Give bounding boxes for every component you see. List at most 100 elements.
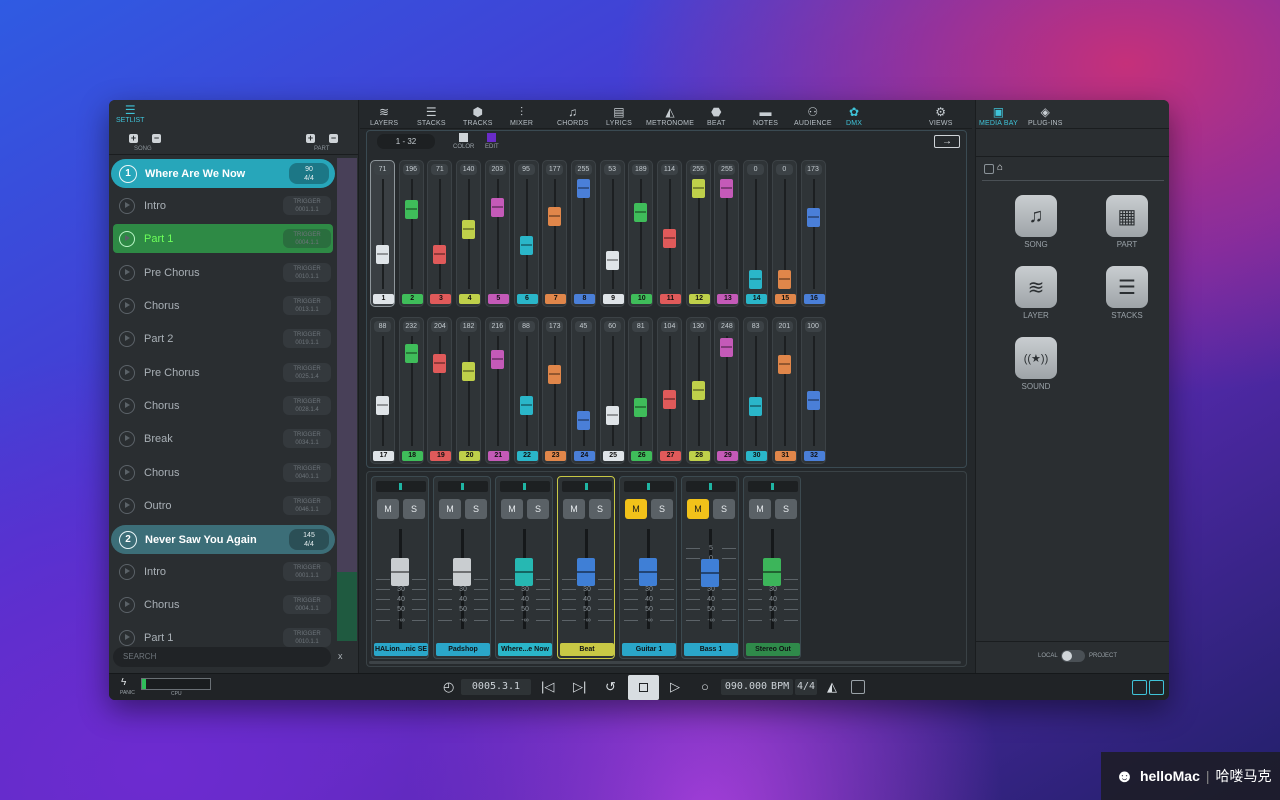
volume-fader[interactable]: 20304050-∞ [748, 529, 798, 629]
dmx-channel[interactable]: 203 5 [484, 160, 510, 307]
media-tile-layer[interactable]: ≋ LAYER [1006, 266, 1066, 320]
channel-fader-knob[interactable] [663, 229, 676, 249]
tab-views[interactable]: ⚙ VIEWS [929, 105, 953, 127]
part-row[interactable]: Intro TRIGGER 0001.1.1 [113, 557, 333, 586]
stop-button[interactable] [628, 675, 659, 700]
part-row[interactable]: Chorus TRIGGER 0040.1.1 [113, 458, 333, 487]
channel-fader-knob[interactable] [490, 197, 504, 217]
dmx-channel[interactable]: 201 31 [771, 317, 797, 464]
channel-fader-knob[interactable] [720, 179, 734, 198]
mute-button[interactable]: M [625, 499, 647, 519]
dmx-channel[interactable]: 248 29 [714, 317, 740, 464]
plugins-tab[interactable]: ◈ PLUG-INS [1028, 105, 1063, 127]
tab-dmx[interactable]: ✿ DMX [846, 105, 862, 127]
mixer-scrollbar[interactable] [369, 661, 961, 664]
cycle-icon[interactable]: ↺ [605, 680, 616, 694]
dmx-channel[interactable]: 255 13 [714, 160, 740, 307]
trigger-button[interactable]: TRIGGER 0001.1.1 [283, 196, 331, 215]
channel-fader-knob[interactable] [777, 270, 791, 289]
dmx-channel[interactable]: 255 8 [570, 160, 596, 307]
add-part-button[interactable]: + [306, 134, 315, 143]
fader-knob[interactable] [515, 557, 533, 586]
part-row[interactable]: Pre Chorus TRIGGER 0025.1.4 [113, 358, 333, 387]
volume-fader[interactable]: 20304050-∞ [562, 529, 612, 629]
channel-fader-knob[interactable] [376, 244, 389, 264]
play-icon[interactable]: ▷ [670, 680, 680, 694]
channel-fader-knob[interactable] [462, 220, 476, 240]
fader-knob[interactable] [391, 557, 409, 586]
dmx-channel[interactable]: 71 1 [370, 160, 395, 307]
channel-fader-knob[interactable] [720, 338, 734, 358]
channel-fader-knob[interactable] [376, 395, 389, 415]
media-tile-stacks[interactable]: ☰ STACKS [1097, 266, 1157, 320]
dmx-channel[interactable]: 0 15 [771, 160, 797, 307]
setlist-tab[interactable]: ☰ SETLIST [116, 104, 144, 125]
fader-knob[interactable] [701, 559, 719, 587]
volume-fader[interactable]: 20304050-∞ [500, 529, 550, 629]
dmx-channel[interactable]: 45 24 [570, 317, 596, 464]
solo-button[interactable]: S [589, 499, 611, 519]
mute-button[interactable]: M [687, 499, 709, 519]
trigger-button[interactable]: TRIGGER 0013.1.1 [283, 296, 331, 315]
remove-part-button[interactable]: − [329, 134, 338, 143]
next-page-button[interactable]: → [934, 135, 960, 148]
dmx-channel[interactable]: 95 6 [513, 160, 539, 307]
tab-chords[interactable]: ♫ CHORDS [557, 105, 589, 127]
solo-button[interactable]: S [775, 499, 797, 519]
trigger-button[interactable]: TRIGGER 0004.1.1 [283, 595, 331, 614]
tab-notes[interactable]: ▬ NOTES [753, 105, 778, 127]
dmx-channel[interactable]: 255 12 [685, 160, 711, 307]
fader-knob[interactable] [763, 557, 781, 586]
dmx-channel[interactable]: 71 3 [427, 160, 453, 307]
part-row[interactable]: Part 1 TRIGGER 0004.1.1 [113, 224, 333, 253]
solo-button[interactable]: S [651, 499, 673, 519]
dmx-channel[interactable]: 177 7 [542, 160, 568, 307]
play-part-icon[interactable] [119, 197, 135, 214]
dmx-channel[interactable]: 140 4 [456, 160, 482, 307]
play-part-icon[interactable] [119, 397, 135, 414]
channel-fader-knob[interactable] [576, 410, 590, 430]
dmx-channel[interactable]: 81 26 [628, 317, 654, 464]
layout-right-icon[interactable] [1149, 680, 1164, 695]
tab-layers[interactable]: ≋ LAYERS [370, 105, 398, 127]
dmx-channel[interactable]: 189 10 [628, 160, 654, 307]
channel-fader-knob[interactable] [519, 395, 533, 415]
channel-fader-knob[interactable] [605, 405, 619, 425]
dmx-channel[interactable]: 60 25 [599, 317, 625, 464]
channel-fader-knob[interactable] [663, 389, 676, 409]
play-part-icon[interactable] [119, 464, 135, 481]
dmx-channel[interactable]: 232 18 [398, 317, 424, 464]
signature-display[interactable]: 4/4 [795, 679, 817, 695]
channel-fader-knob[interactable] [519, 236, 533, 256]
setlist-scrollbar[interactable] [337, 158, 357, 641]
channel-fader-knob[interactable] [548, 206, 562, 226]
channel-fader-knob[interactable] [691, 179, 705, 198]
channel-fader-knob[interactable] [806, 391, 820, 411]
tab-tracks[interactable]: ⬢ TRACKS [463, 105, 493, 127]
tab-lyrics[interactable]: ▤ LYRICS [606, 105, 632, 127]
channel-fader-knob[interactable] [404, 344, 418, 364]
rewind-icon[interactable]: |◁ [541, 680, 554, 694]
trigger-button[interactable]: TRIGGER 0040.1.1 [283, 463, 331, 482]
dmx-channel[interactable]: 88 22 [513, 317, 539, 464]
play-part-icon[interactable] [119, 497, 135, 514]
remove-song-button[interactable]: − [152, 134, 161, 143]
channel-fader-knob[interactable] [634, 202, 648, 222]
solo-button[interactable]: S [527, 499, 549, 519]
trigger-button[interactable]: TRIGGER 0046.1.1 [283, 496, 331, 515]
channel-fader-knob[interactable] [433, 354, 447, 374]
trigger-button[interactable]: TRIGGER 0025.1.4 [283, 363, 331, 382]
play-part-icon[interactable] [119, 629, 135, 646]
mute-button[interactable]: M [377, 499, 399, 519]
play-part-icon[interactable] [119, 364, 135, 381]
layout-left-icon[interactable] [1132, 680, 1147, 695]
tab-mixer[interactable]: ⫶ MIXER [510, 105, 533, 127]
trigger-button[interactable]: TRIGGER 0001.1.1 [283, 562, 331, 581]
media-tile-part[interactable]: ▦ PART [1097, 195, 1157, 249]
tab-metronome[interactable]: ◭ METRONOME [646, 105, 694, 127]
range-selector[interactable]: 1 - 32 [377, 134, 435, 149]
dmx-channel[interactable]: 100 32 [800, 317, 826, 464]
volume-fader[interactable]: 20304050-∞ [376, 529, 426, 629]
dmx-channel[interactable]: 114 11 [657, 160, 682, 307]
volume-fader[interactable]: 20304050-∞ [438, 529, 488, 629]
